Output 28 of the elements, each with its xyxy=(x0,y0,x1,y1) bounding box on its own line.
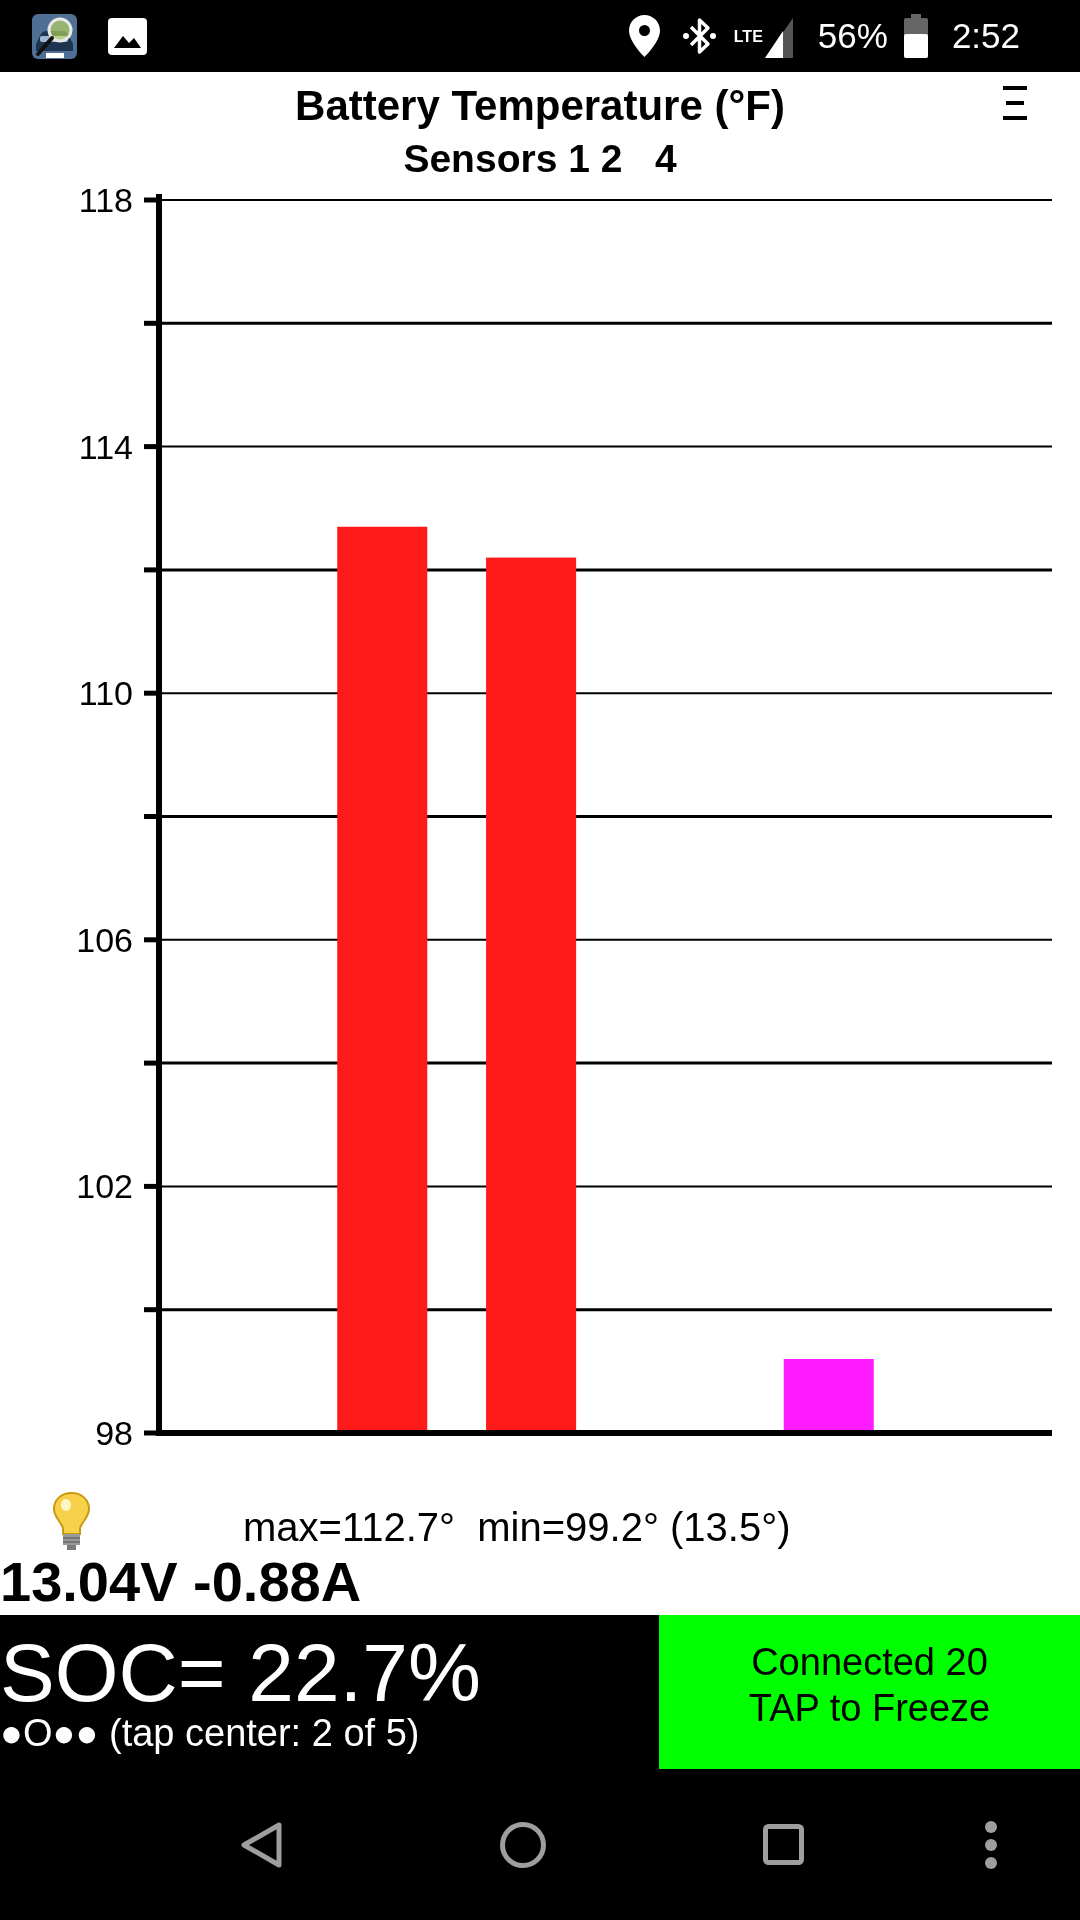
location-pin-icon xyxy=(628,15,660,57)
battery-icon xyxy=(903,14,928,58)
y-tick-label: 114 xyxy=(78,427,133,466)
tap-center-hint: ●O●● (tap center: 2 of 5) xyxy=(0,1713,421,1753)
chart-subtitle: Sensors 1 2 4 xyxy=(403,137,677,181)
voltage-current-reading: 13.04V -0.88A xyxy=(0,1549,363,1615)
app-icon xyxy=(32,13,77,59)
freeze-button[interactable]: Connected 20 TAP to Freeze xyxy=(659,1615,1080,1769)
back-icon[interactable] xyxy=(240,1821,282,1868)
recents-icon[interactable] xyxy=(763,1824,804,1865)
signal-icon xyxy=(764,18,793,58)
image-icon xyxy=(108,17,147,55)
network-type-label: LTE xyxy=(733,28,763,46)
chart-title: Battery Temperature (°F) xyxy=(295,84,785,128)
light-bulb-icon xyxy=(52,1492,91,1551)
more-options-icon[interactable] xyxy=(985,1820,997,1869)
y-tick-label: 102 xyxy=(76,1167,133,1206)
temperature-stats: max=112.7° min=99.2° (13.5°) xyxy=(243,1506,791,1548)
clock-time: 2:52 xyxy=(951,16,1020,56)
y-tick-label: 106 xyxy=(76,920,133,959)
soc-reading: SOC= 22.7% xyxy=(0,1633,482,1713)
bluetooth-icon xyxy=(681,16,717,56)
y-tick-label: 118 xyxy=(78,185,133,219)
menu-icon[interactable] xyxy=(1003,86,1027,120)
battery-percent: 56% xyxy=(817,16,888,56)
y-tick-label: 98 xyxy=(95,1414,133,1452)
home-icon[interactable] xyxy=(500,1821,546,1868)
y-tick-label: 110 xyxy=(78,674,133,713)
